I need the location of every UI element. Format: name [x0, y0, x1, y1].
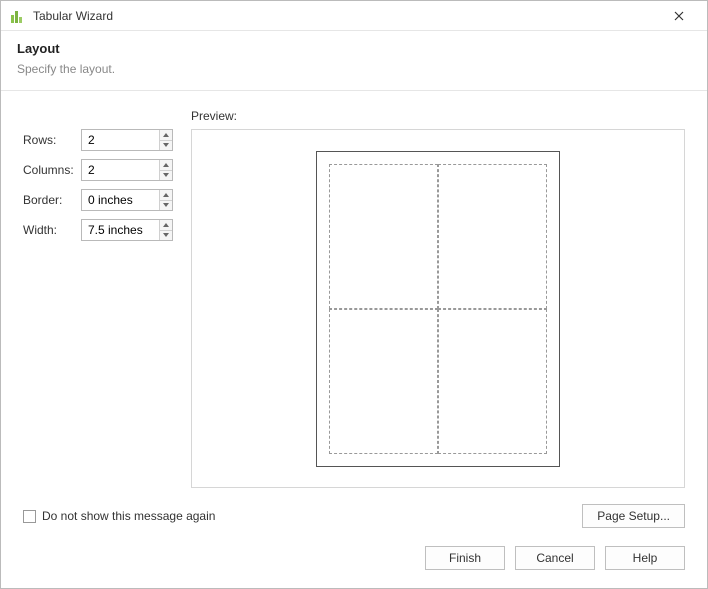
wizard-body: Rows: Columns: [1, 91, 707, 498]
layout-controls: Rows: Columns: [23, 109, 173, 488]
width-step-down[interactable] [160, 231, 172, 241]
cancel-button[interactable]: Cancel [515, 546, 595, 570]
header-description: Specify the layout. [17, 62, 691, 76]
dont-show-checkbox[interactable]: Do not show this message again [23, 509, 215, 523]
border-spinner-buttons [159, 190, 172, 210]
options-row: Do not show this message again Page Setu… [1, 498, 707, 532]
checkbox-box[interactable] [23, 510, 36, 523]
dont-show-label: Do not show this message again [42, 509, 215, 523]
preview-column: Preview: [191, 109, 685, 488]
width-step-up[interactable] [160, 220, 172, 231]
window-title: Tabular Wizard [33, 9, 659, 23]
preview-grid [329, 164, 547, 454]
app-icon [11, 9, 25, 23]
rows-step-down[interactable] [160, 141, 172, 151]
columns-row: Columns: [23, 159, 173, 181]
rows-step-up[interactable] [160, 130, 172, 141]
preview-label: Preview: [191, 109, 685, 123]
preview-box [191, 129, 685, 488]
preview-cell [329, 164, 438, 309]
close-button[interactable] [659, 2, 699, 30]
rows-spinner[interactable] [81, 129, 173, 151]
border-label: Border: [23, 193, 75, 207]
wizard-header: Layout Specify the layout. [1, 31, 707, 91]
preview-cell [438, 164, 547, 309]
columns-input[interactable] [82, 160, 159, 180]
header-title: Layout [17, 41, 691, 56]
titlebar: Tabular Wizard [1, 1, 707, 31]
border-spinner[interactable] [81, 189, 173, 211]
columns-step-up[interactable] [160, 160, 172, 171]
rows-label: Rows: [23, 133, 75, 147]
preview-page [316, 151, 560, 467]
wizard-window: Tabular Wizard Layout Specify the layout… [0, 0, 708, 589]
columns-step-down[interactable] [160, 171, 172, 181]
rows-row: Rows: [23, 129, 173, 151]
rows-spinner-buttons [159, 130, 172, 150]
page-setup-button[interactable]: Page Setup... [582, 504, 685, 528]
width-row: Width: [23, 219, 173, 241]
help-button[interactable]: Help [605, 546, 685, 570]
width-spinner[interactable] [81, 219, 173, 241]
border-step-down[interactable] [160, 201, 172, 211]
columns-spinner[interactable] [81, 159, 173, 181]
border-row: Border: [23, 189, 173, 211]
width-label: Width: [23, 223, 75, 237]
close-icon [674, 11, 684, 21]
columns-label: Columns: [23, 163, 75, 177]
finish-button[interactable]: Finish [425, 546, 505, 570]
columns-spinner-buttons [159, 160, 172, 180]
footer: Finish Cancel Help [1, 532, 707, 588]
preview-cell [329, 309, 438, 454]
rows-input[interactable] [82, 130, 159, 150]
width-spinner-buttons [159, 220, 172, 240]
preview-cell [438, 309, 547, 454]
border-step-up[interactable] [160, 190, 172, 201]
border-input[interactable] [82, 190, 159, 210]
width-input[interactable] [82, 220, 159, 240]
